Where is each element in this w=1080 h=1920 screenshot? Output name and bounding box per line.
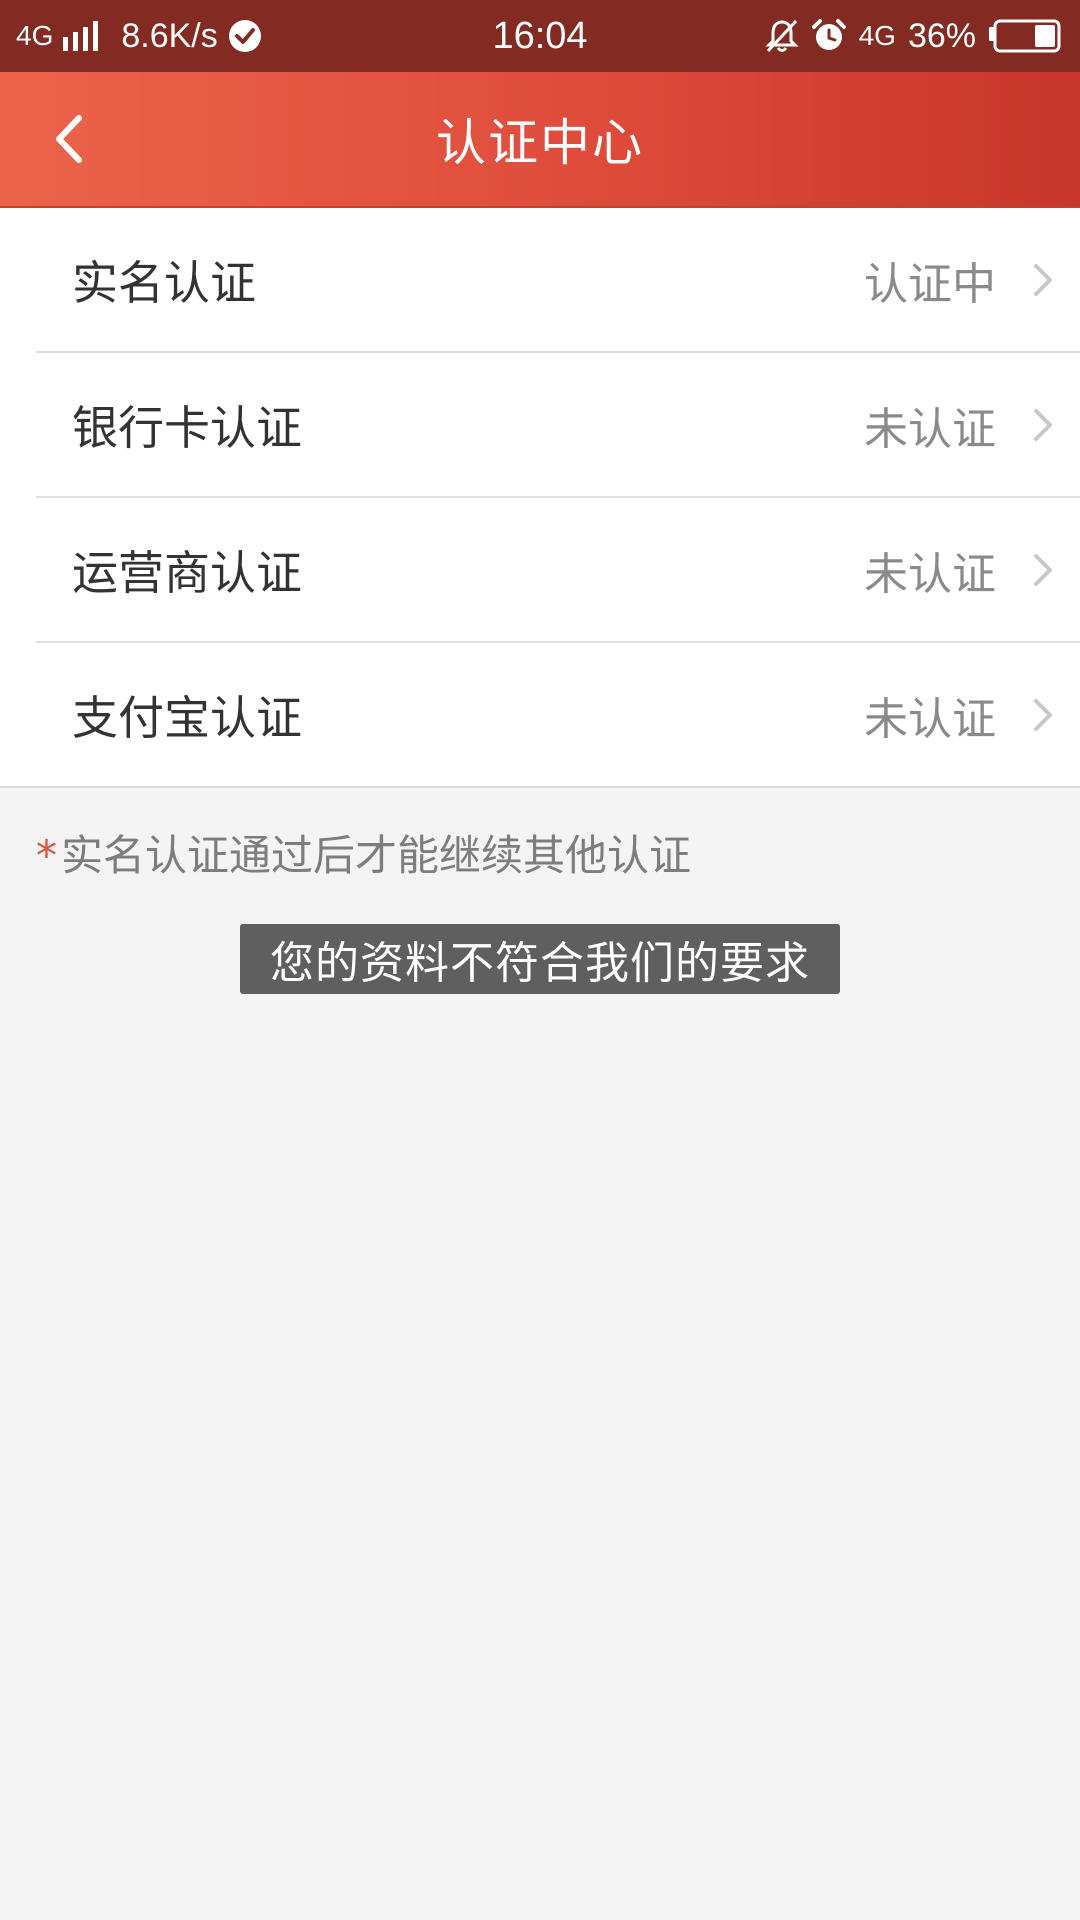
chevron-left-icon [56,115,82,163]
item-label: 银行卡认证 [72,400,302,455]
list-item-alipay[interactable]: 支付宝认证 未认证 [36,643,1080,786]
bell-off-icon [764,18,799,54]
status-bar: 4G 8.6K/s 16:04 4G 36% [0,0,1080,72]
item-label: 实名认证 [72,255,256,310]
battery-icon [988,19,1062,53]
item-label: 支付宝认证 [72,690,302,745]
app-screen: 4G 8.6K/s 16:04 4G 36% 认证中心 实名认证 认证中 银行卡… [0,0,1080,1920]
network-type-right: 4G [858,20,896,51]
item-status: 未认证 [864,693,996,745]
list-item-real-name[interactable]: 实名认证 认证中 [36,208,1080,353]
item-label: 运营商认证 [72,545,302,600]
alarm-clock-icon [811,18,847,54]
network-speed: 8.6K/s [121,16,218,55]
chevron-right-icon [1034,263,1052,296]
list-item-carrier[interactable]: 运营商认证 未认证 [36,498,1080,643]
signal-bars-icon [63,21,103,51]
back-button[interactable] [38,106,98,172]
item-status: 未认证 [864,403,996,455]
check-circle-icon [228,19,262,53]
item-status: 认证中 [864,258,996,310]
chevron-right-icon [1034,698,1052,731]
item-status: 未认证 [864,548,996,600]
status-left: 4G 8.6K/s [16,0,262,72]
status-right: 4G 36% [764,0,1062,72]
note-text: 实名认证通过后才能继续其他认证 [61,831,692,880]
chevron-right-icon [1034,553,1052,586]
toast-message: 您的资料不符合我们的要求 [240,924,840,994]
verification-note: *实名认证通过后才能继续其他认证 [36,822,691,883]
battery-percent: 36% [907,16,976,55]
network-type: 4G [16,20,54,51]
verification-list: 实名认证 认证中 银行卡认证 未认证 运营商认证 未认证 支付宝认证 未认证 [0,208,1080,788]
required-asterisk: * [36,831,57,880]
header-bar: 认证中心 [0,72,1080,208]
list-item-bank-card[interactable]: 银行卡认证 未认证 [36,353,1080,498]
chevron-right-icon [1034,408,1052,441]
page-title: 认证中心 [436,114,644,172]
